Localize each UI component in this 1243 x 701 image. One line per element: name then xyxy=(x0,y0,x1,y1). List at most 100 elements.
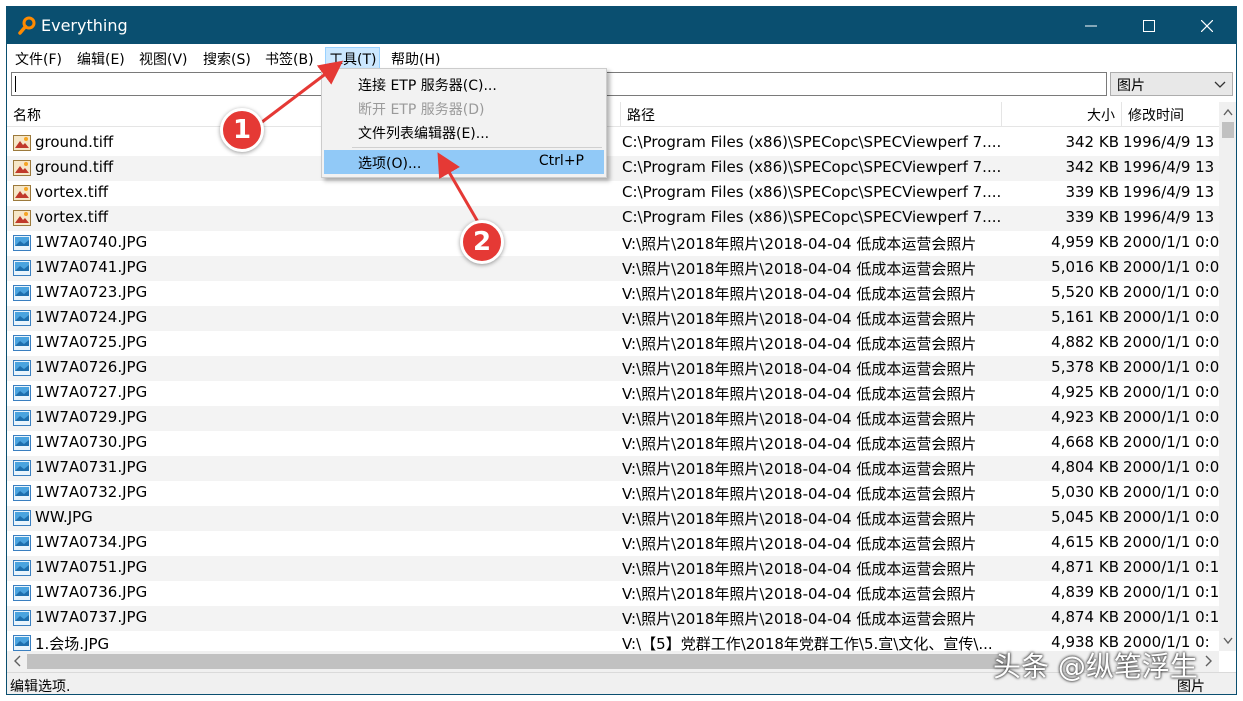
file-path-cell: V:\照片\2018年照片\2018-04-04 低成本运营会照片 xyxy=(622,360,977,378)
file-size-cell: 4,839 KB xyxy=(1051,583,1119,601)
menu-item-connect-etp[interactable]: 连接 ETP 服务器(C)... xyxy=(324,72,604,96)
scroll-right-icon[interactable] xyxy=(1205,655,1213,667)
table-row[interactable]: vortex.tiff C:\Program Files (x86)\SPECop… xyxy=(7,206,1219,231)
table-row[interactable]: 1W7A0729.JPG V:\照片\2018年照片\2018-04-04 低成本… xyxy=(7,406,1219,431)
scroll-down-icon[interactable] xyxy=(1223,637,1233,645)
file-path-cell: V:\照片\2018年照片\2018-04-04 低成本运营会照片 xyxy=(622,485,977,503)
file-size-cell: 5,045 KB xyxy=(1051,508,1119,526)
scroll-left-icon[interactable] xyxy=(13,655,21,667)
menu-file[interactable]: 文件(F) xyxy=(11,47,66,69)
file-modified-cell: 2000/1/1 0:0 xyxy=(1123,358,1219,376)
file-size-cell: 4,615 KB xyxy=(1051,533,1119,551)
menu-help[interactable]: 帮助(H) xyxy=(387,47,444,69)
column-path-header[interactable]: 路径 xyxy=(621,102,1002,127)
horizontal-scroll-thumb[interactable] xyxy=(27,654,1007,669)
table-row[interactable]: 1W7A0731.JPG V:\照片\2018年照片\2018-04-04 低成本… xyxy=(7,456,1219,481)
menu-item-options[interactable]: 选项(O)... Ctrl+P xyxy=(324,150,604,174)
table-row[interactable]: 1W7A0736.JPG V:\照片\2018年照片\2018-04-04 低成本… xyxy=(7,581,1219,606)
file-size-cell: 4,925 KB xyxy=(1051,383,1119,401)
file-path-cell: C:\Program Files (x86)\SPECopc\SPECViewp… xyxy=(622,158,1002,176)
table-row[interactable]: 1W7A0730.JPG V:\照片\2018年照片\2018-04-04 低成本… xyxy=(7,431,1219,456)
table-row[interactable]: ground.tiff C:\Program Files (x86)\SPECop… xyxy=(7,156,1219,181)
filter-select[interactable]: 图片 xyxy=(1110,72,1233,96)
minimize-icon xyxy=(1085,25,1097,26)
tools-dropdown-menu: 连接 ETP 服务器(C)... 断开 ETP 服务器(D) 文件列表编辑器(E… xyxy=(321,68,607,178)
jpg-image-icon xyxy=(13,335,31,351)
file-modified-cell: 2000/1/1 0:0 xyxy=(1123,308,1219,326)
menu-item-file-list-editor[interactable]: 文件列表编辑器(E)... xyxy=(324,120,604,144)
minimize-button[interactable] xyxy=(1062,7,1120,44)
table-row[interactable]: 1W7A0726.JPG V:\照片\2018年照片\2018-04-04 低成本… xyxy=(7,356,1219,381)
table-row[interactable]: vortex.tiff C:\Program Files (x86)\SPECop… xyxy=(7,181,1219,206)
vertical-scrollbar[interactable] xyxy=(1219,102,1236,651)
file-size-cell: 342 KB xyxy=(1065,133,1119,151)
menu-item-label: 文件列表编辑器(E)... xyxy=(358,126,490,142)
menu-view[interactable]: 视图(V) xyxy=(135,47,192,69)
file-size-cell: 4,804 KB xyxy=(1051,458,1119,476)
chevron-down-icon xyxy=(1214,81,1226,88)
file-modified-cell: 2000/1/1 0:0 xyxy=(1123,258,1219,276)
scroll-up-icon[interactable] xyxy=(1223,108,1233,116)
table-row[interactable]: WW.JPG V:\照片\2018年照片\2018-04-04 低成本运营会照片 5… xyxy=(7,506,1219,531)
menu-separator xyxy=(352,147,602,148)
vertical-scroll-thumb[interactable] xyxy=(1222,122,1234,138)
menu-tools[interactable]: 工具(T) xyxy=(325,47,381,69)
watermark: 头条 @纵笔浮生 xyxy=(993,650,1198,683)
tiff-image-icon xyxy=(13,160,31,176)
file-name-cell: 1W7A0730.JPG xyxy=(35,433,148,451)
file-name-cell: vortex.tiff xyxy=(35,208,109,226)
file-path-cell: V:\照片\2018年照片\2018-04-04 低成本运营会照片 xyxy=(622,235,977,253)
table-row[interactable]: 1W7A0723.JPG V:\照片\2018年照片\2018-04-04 低成本… xyxy=(7,281,1219,306)
file-path-cell: V:\照片\2018年照片\2018-04-04 低成本运营会照片 xyxy=(622,510,977,528)
table-row[interactable]: 1W7A0732.JPG V:\照片\2018年照片\2018-04-04 低成本… xyxy=(7,481,1219,506)
table-row[interactable]: 1W7A0727.JPG V:\照片\2018年照片\2018-04-04 低成本… xyxy=(7,381,1219,406)
column-size-header[interactable]: 大小 xyxy=(1002,102,1122,127)
file-path-cell: V:\照片\2018年照片\2018-04-04 低成本运营会照片 xyxy=(622,410,977,428)
file-modified-cell: 2000/1/1 0:0 xyxy=(1123,483,1219,501)
column-modified-header[interactable]: 修改时间 xyxy=(1122,102,1219,127)
menu-item-shortcut: Ctrl+P xyxy=(538,153,584,169)
file-name-cell: 1W7A0740.JPG xyxy=(35,233,148,251)
jpg-image-icon xyxy=(13,510,31,526)
file-path-cell: V:\照片\2018年照片\2018-04-04 低成本运营会照片 xyxy=(622,560,977,578)
table-row[interactable]: 1W7A0724.JPG V:\照片\2018年照片\2018-04-04 低成本… xyxy=(7,306,1219,331)
menu-item-label: 断开 ETP 服务器(D) xyxy=(358,102,485,118)
menu-search[interactable]: 搜索(S) xyxy=(199,47,255,69)
file-size-cell: 342 KB xyxy=(1065,158,1119,176)
table-row[interactable]: 1W7A0741.JPG V:\照片\2018年照片\2018-04-04 低成本… xyxy=(7,256,1219,281)
file-path-cell: V:\照片\2018年照片\2018-04-04 低成本运营会照片 xyxy=(622,585,977,603)
close-icon xyxy=(1201,19,1213,32)
table-row[interactable]: 1W7A0725.JPG V:\照片\2018年照片\2018-04-04 低成本… xyxy=(7,331,1219,356)
file-modified-cell: 2000/1/1 0:0 xyxy=(1123,533,1219,551)
results-list: ground.tiff C:\Program Files (x86)\SPECop… xyxy=(7,131,1219,651)
file-size-cell: 5,030 KB xyxy=(1051,483,1119,501)
table-row[interactable]: 1W7A0740.JPG V:\照片\2018年照片\2018-04-04 低成本… xyxy=(7,231,1219,256)
tiff-image-icon xyxy=(13,185,31,201)
table-row[interactable]: 1W7A0737.JPG V:\照片\2018年照片\2018-04-04 低成本… xyxy=(7,606,1219,631)
menu-edit[interactable]: 编辑(E) xyxy=(73,47,129,69)
jpg-image-icon xyxy=(13,460,31,476)
table-row[interactable]: ground.tiff C:\Program Files (x86)\SPECop… xyxy=(7,131,1219,156)
file-modified-cell: 2000/1/1 0:0 xyxy=(1123,233,1219,251)
maximize-button[interactable] xyxy=(1120,7,1178,44)
menu-item-label: 选项(O)... xyxy=(358,156,422,172)
tiff-image-icon xyxy=(13,210,31,226)
file-size-cell: 4,882 KB xyxy=(1051,333,1119,351)
file-size-cell: 5,378 KB xyxy=(1051,358,1119,376)
close-button[interactable] xyxy=(1178,7,1236,44)
tiff-image-icon xyxy=(13,135,31,151)
status-text: 编辑选项. xyxy=(10,679,71,695)
filter-select-value: 图片 xyxy=(1117,78,1145,94)
file-size-cell: 4,959 KB xyxy=(1051,233,1119,251)
column-header: 名称 路径 大小 修改时间 xyxy=(7,102,1219,127)
everything-window: Everything 文件(F) 编辑(E) 视图(V) 搜索(S) 书签(B)… xyxy=(6,6,1237,695)
table-row[interactable]: 1W7A0751.JPG V:\照片\2018年照片\2018-04-04 低成本… xyxy=(7,556,1219,581)
file-modified-cell: 2000/1/1 0:1 xyxy=(1123,558,1219,576)
menu-bookmarks[interactable]: 书签(B) xyxy=(261,47,318,69)
file-modified-cell: 1996/4/9 13 xyxy=(1123,133,1215,151)
file-path-cell: V:\照片\2018年照片\2018-04-04 低成本运营会照片 xyxy=(622,435,977,453)
step-badge-1: 1 xyxy=(220,108,264,152)
file-path-cell: V:\照片\2018年照片\2018-04-04 低成本运营会照片 xyxy=(622,310,977,328)
table-row[interactable]: 1W7A0734.JPG V:\照片\2018年照片\2018-04-04 低成本… xyxy=(7,531,1219,556)
text-caret xyxy=(15,76,16,92)
